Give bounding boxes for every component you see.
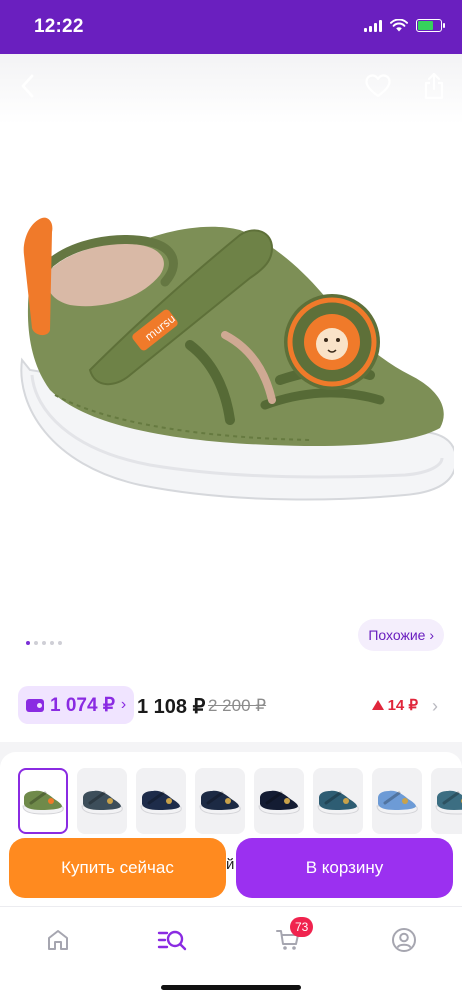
variant-shoe-image: [81, 790, 123, 815]
home-indicator: [161, 985, 301, 990]
variant-shoe-image: [376, 790, 418, 815]
price-row: 1 074 ₽ › 1 108 ₽ 2 200 ₽ 14 ₽ ›: [0, 686, 462, 726]
wallet-price-badge[interactable]: 1 074 ₽ ›: [18, 686, 135, 724]
tab-home[interactable]: [38, 923, 78, 957]
back-button[interactable]: [10, 68, 46, 104]
status-icons: [364, 19, 445, 32]
bonus-points[interactable]: 14 ₽: [371, 696, 418, 714]
pagination-dot[interactable]: [34, 641, 38, 645]
product-image: mursu: [20, 217, 454, 501]
chevron-right-icon: ›: [120, 696, 127, 713]
pagination-dot[interactable]: [50, 641, 54, 645]
image-pagination-dots: [26, 641, 62, 645]
tab-profile[interactable]: [384, 923, 424, 957]
favorite-button[interactable]: [360, 68, 396, 104]
variant-shoe-image: [317, 790, 359, 815]
chevron-right-icon[interactable]: ›: [432, 696, 438, 717]
share-icon: [424, 72, 444, 100]
variant-shoe-image: [199, 790, 241, 815]
battery-icon: [416, 19, 445, 32]
variant-thumbnail[interactable]: [18, 768, 68, 834]
pagination-dot[interactable]: [58, 641, 62, 645]
tab-catalog[interactable]: [152, 923, 192, 957]
cart-count-badge: 73: [290, 917, 314, 937]
wifi-icon: [390, 19, 408, 32]
profile-icon: [392, 928, 416, 952]
variant-thumbnail[interactable]: [254, 768, 304, 834]
add-to-cart-button[interactable]: В корзину: [236, 838, 453, 898]
heart-icon: [365, 74, 391, 98]
top-navigation: [0, 64, 462, 110]
variant-shoe-image: [435, 790, 462, 815]
tab-cart[interactable]: 73: [268, 917, 314, 957]
current-price: 1 108 ₽: [137, 696, 206, 718]
buy-now-button[interactable]: Купить сейчас: [9, 838, 226, 898]
variant-shoe-image: [258, 790, 300, 815]
wallet-icon: [26, 698, 44, 712]
variant-shoe-image: [22, 790, 64, 815]
variant-shoe-image: [140, 790, 182, 815]
variant-thumbnail[interactable]: [313, 768, 363, 834]
hidden-text-fragment: й: [226, 856, 235, 873]
catalog-search-icon: [157, 930, 187, 951]
pagination-dot[interactable]: [26, 641, 30, 645]
variant-thumbnail[interactable]: [372, 768, 422, 834]
product-screen: 12:22 mursu Похожие › 1 074 ₽ › 1 108 ₽ …: [0, 0, 462, 1000]
triangle-up-icon: [371, 700, 384, 710]
variant-thumbnail[interactable]: [431, 768, 462, 834]
status-bar: 12:22: [0, 0, 462, 54]
chevron-left-icon: [21, 74, 34, 98]
home-icon: [48, 930, 68, 950]
wallet-price-value: 1 074 ₽: [50, 694, 115, 716]
share-button[interactable]: [416, 68, 452, 104]
signal-icon: [364, 19, 382, 32]
variant-thumbnail[interactable]: [136, 768, 186, 834]
similar-products-button[interactable]: Похожие ›: [358, 619, 444, 651]
bonus-value: 14 ₽: [387, 697, 418, 714]
status-time: 12:22: [34, 16, 84, 37]
pagination-dot[interactable]: [42, 641, 46, 645]
variant-thumbnail[interactable]: [195, 768, 245, 834]
old-price: 2 200 ₽: [208, 696, 267, 715]
color-variants: [18, 768, 462, 834]
variant-thumbnail[interactable]: [77, 768, 127, 834]
